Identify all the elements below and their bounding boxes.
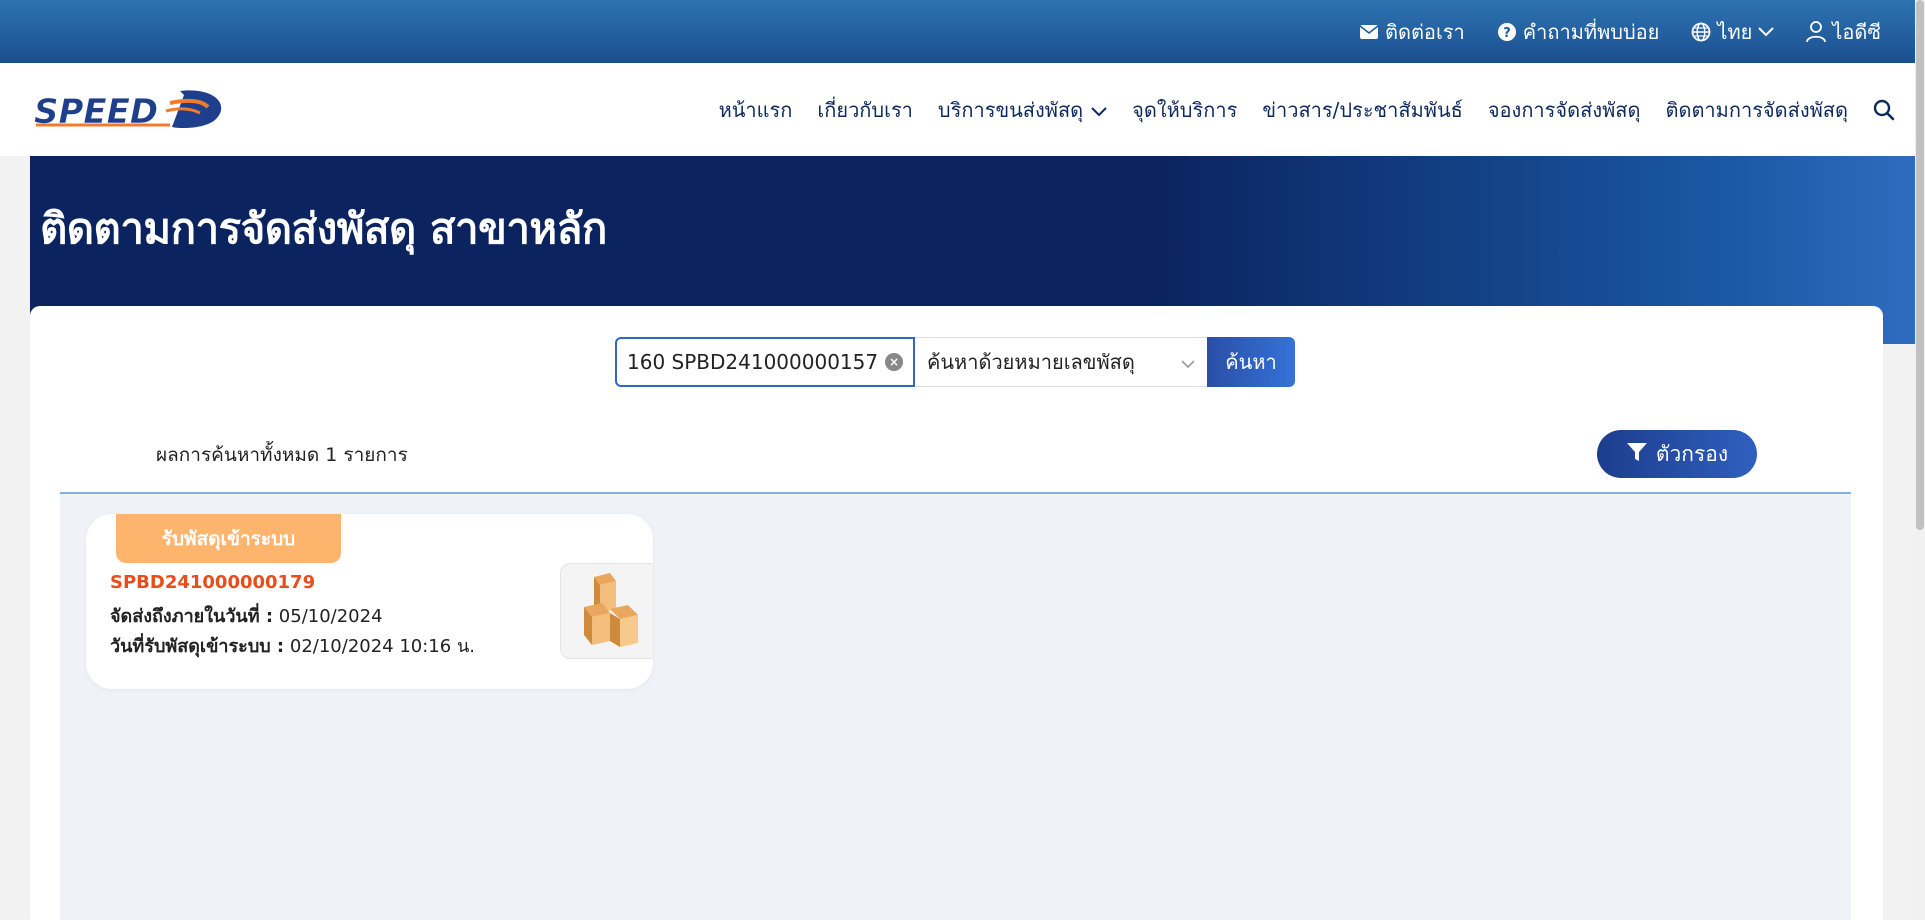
chevron-down-icon (1181, 350, 1195, 374)
search-type-value: ค้นหาด้วยหมายเลขพัสดุ (927, 350, 1135, 374)
result-count: ผลการค้นหาทั้งหมด 1 รายการ (156, 444, 408, 466)
deliver-by-line: จัดส่งถึงภายในวันที่ : 05/10/2024 (110, 601, 383, 630)
nav-news[interactable]: ข่าวสาร/ประชาสัมพันธ์ (1262, 94, 1463, 126)
received-date-line: วันที่รับพัสดุเข้าระบบ : 02/10/2024 10:1… (110, 631, 475, 660)
nav-about[interactable]: เกี่ยวกับเรา (817, 94, 913, 126)
user-icon (1806, 20, 1827, 43)
mail-icon (1359, 24, 1379, 40)
parcel-box-icon (560, 563, 653, 659)
chevron-down-icon (1758, 26, 1775, 37)
clear-icon[interactable]: × (885, 353, 903, 371)
scrollbar-thumb[interactable] (1916, 0, 1924, 530)
user-account[interactable]: ไอดีซี (1806, 16, 1881, 48)
nav-booking[interactable]: จองการจัดส่งพัสดุ (1488, 94, 1641, 126)
parcel-card[interactable]: รับพัสดุเข้าระบบ SPBD241000000179 จัดส่ง… (86, 514, 653, 689)
main-menu: หน้าแรก เกี่ยวกับเรา บริการขนส่งพัสดุ จุ… (719, 63, 1895, 156)
search-button[interactable]: ค้นหา (1207, 337, 1295, 387)
speed-d-logo[interactable]: SPEED (30, 85, 232, 132)
filter-icon (1626, 441, 1648, 468)
nav-services[interactable]: บริการขนส่งพัสดุ (938, 94, 1107, 126)
nav-home[interactable]: หน้าแรก (719, 94, 793, 126)
question-icon: ? (1497, 22, 1517, 42)
user-label: ไอดีซี (1832, 19, 1881, 44)
faq-label: คำถามที่พบบ่อย (1522, 19, 1660, 44)
contact-link[interactable]: ติดต่อเรา (1359, 16, 1465, 48)
received-date-value: 02/10/2024 10:16 น. (289, 636, 475, 657)
main-navbar: SPEED หน้าแรก เกี่ยวกับเรา บริการขนส่งพั… (0, 63, 1915, 156)
top-utility-bar: ติดต่อเรา ? คำถามที่พบบ่อย ไทย ไอดีซี (0, 0, 1915, 63)
language-label: ไทย (1717, 19, 1753, 44)
status-badge: รับพัสดุเข้าระบบ (116, 514, 341, 563)
results-area: รับพัสดุเข้าระบบ SPBD241000000179 จัดส่ง… (60, 494, 1851, 920)
search-input-wrapper: × (615, 337, 915, 387)
received-date-label: วันที่รับพัสดุเข้าระบบ : (110, 636, 285, 657)
page-title: ติดตามการจัดส่งพัสดุ สาขาหลัก (40, 204, 607, 253)
search-icon[interactable] (1873, 99, 1895, 121)
filter-button[interactable]: ตัวกรอง (1597, 430, 1757, 478)
deliver-by-label: จัดส่งถึงภายในวันที่ : (110, 606, 274, 627)
svg-text:?: ? (1503, 26, 1511, 41)
nav-services-label: บริการขนส่งพัสดุ (937, 97, 1084, 122)
faq-link[interactable]: ? คำถามที่พบบ่อย (1497, 16, 1660, 48)
tracking-search-input[interactable] (627, 350, 885, 374)
chevron-down-icon (1091, 98, 1107, 122)
search-type-select[interactable]: ค้นหาด้วยหมายเลขพัสดุ (915, 337, 1207, 387)
page-scrollbar[interactable] (1915, 0, 1925, 920)
nav-service-points[interactable]: จุดให้บริการ (1132, 94, 1237, 126)
contact-label: ติดต่อเรา (1384, 19, 1465, 44)
language-selector[interactable]: ไทย (1691, 16, 1775, 48)
tracking-panel: × ค้นหาด้วยหมายเลขพัสดุ ค้นหา ผลการค้นหา… (30, 306, 1883, 920)
search-bar: × ค้นหาด้วยหมายเลขพัสดุ ค้นหา (615, 337, 1295, 387)
nav-tracking[interactable]: ติดตามการจัดส่งพัสดุ (1665, 94, 1848, 126)
tracking-number: SPBD241000000179 (110, 572, 316, 593)
deliver-by-value: 05/10/2024 (278, 606, 383, 627)
filter-label: ตัวกรอง (1655, 441, 1729, 466)
globe-icon (1691, 22, 1711, 42)
